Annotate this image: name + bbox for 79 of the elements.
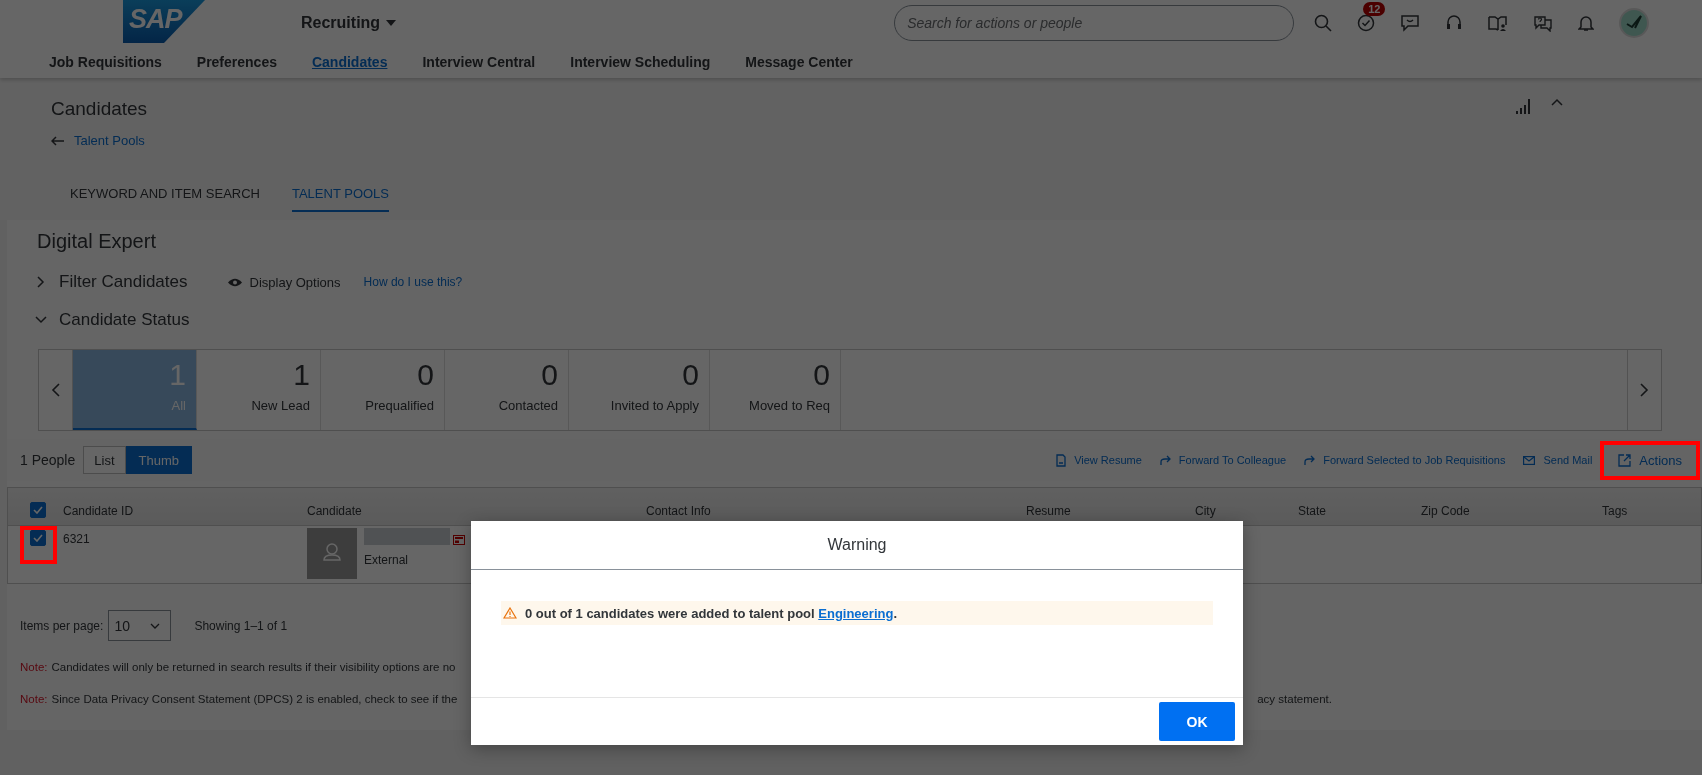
back-arrow-icon[interactable] [51,135,64,146]
status-toggle[interactable]: Candidate Status [37,301,190,339]
headset-icon[interactable] [1445,13,1464,32]
note-text: acy statement. [1257,693,1332,705]
column-header: Candidate ID [63,504,135,518]
column-header: Resume [1026,504,1072,518]
nav-tab[interactable]: Candidates [311,53,388,70]
column-header: Contact Info [646,504,712,518]
select-all-checkbox[interactable] [30,502,46,518]
chat-smile-icon[interactable] [1400,13,1421,32]
note-text: Candidates will only be returned in search results if their visibility options are no [51,661,456,673]
back-link[interactable]: Talent Pools [74,133,145,148]
tab[interactable]: KEYWORD AND ITEM SEARCH [70,183,260,212]
search-field[interactable]: Search for actions or people [894,4,1295,41]
search-icon[interactable] [1314,13,1333,32]
row-checkbox[interactable] [30,530,46,546]
page-title: Candidates [51,98,148,120]
items-per-page-select[interactable]: 10 [108,610,172,641]
ok-button[interactable]: OK [1159,702,1235,741]
column-header: Zip Code [1421,504,1471,518]
candidate-type: External [364,553,410,567]
bell-icon[interactable] [1578,13,1595,32]
table-cell-text: 6321 [63,531,91,548]
note-label: Note: [20,661,48,673]
help-link[interactable]: How do I use this? [363,275,463,289]
items-per-page-label: Items per page: [20,618,104,633]
check-circle-icon[interactable] [1357,13,1376,32]
view-toggle[interactable]: Thumb [125,446,192,474]
caret-down-icon [386,19,397,26]
warning-icon [503,607,517,619]
bar-chart-icon[interactable] [1515,98,1531,114]
envelope-icon [1523,455,1536,465]
nav-tab[interactable]: Interview Central [422,53,536,70]
chat-question-icon[interactable] [1533,13,1554,32]
product-menu[interactable]: Recruiting [301,13,397,32]
collapse-icon[interactable] [1551,98,1563,106]
column-header: Tags [1602,504,1629,518]
checkmark-icon [33,506,43,514]
column-header: Candidate [307,504,363,518]
chevron-icon [37,276,45,288]
tab[interactable]: TALENT POOLS [291,183,390,212]
id-card-icon[interactable] [453,535,465,545]
note-label: Note: [20,693,48,705]
sap-logo[interactable]: SAP [123,0,205,43]
export-icon [1618,453,1632,467]
avatar-icon[interactable] [1619,7,1650,38]
book-person-icon[interactable] [1488,13,1509,32]
checkmark-icon [33,534,43,542]
toolbar-button[interactable]: Forward Selected to Job Requisitions [1304,454,1506,466]
nav-tab[interactable]: Interview Scheduling [570,53,711,70]
talent-pool-link[interactable]: Engineering [818,605,894,621]
note-text: Since Data Privacy Consent Statement (DPCS) 2 is enabled, check to see if the [51,693,458,705]
nav-tab[interactable]: Message Center [745,53,853,70]
chevron-left-icon [51,383,60,397]
chevron-icon [35,316,47,324]
filter-toggle[interactable]: Filter Candidates [37,263,188,301]
forward-arrow-icon [1159,455,1171,465]
pool-title: Digital Expert [37,230,157,253]
avatar-placeholder-icon [307,528,357,579]
toolbar-button[interactable]: View Resume [1056,453,1142,467]
forward-arrow-icon [1304,455,1316,465]
chevron-down-icon [150,622,161,629]
column-header: City [1195,504,1217,518]
nav-tab[interactable]: Preferences [196,53,277,70]
eye-icon [227,277,242,287]
toolbar-button[interactable]: Send Mail [1523,454,1593,466]
display-options-button[interactable]: Display Options [249,274,341,290]
nav-tab[interactable]: Job Requisitions [49,53,162,70]
result-count: 1 People [20,452,76,468]
chevron-right-icon [1640,383,1649,397]
dialog-title: Warning [471,521,1243,570]
warning-message: 0 out of 1 candidates were added to talent pool Engineering. [525,605,897,621]
column-header: State [1298,504,1328,518]
toolbar-button[interactable]: Forward To Colleague [1159,454,1287,466]
view-toggle[interactable]: List [83,446,126,474]
toolbar-button[interactable]: Actions [1610,452,1690,468]
page-summary: Showing 1–1 of 1 [194,618,288,633]
notification-badge: 12 [1363,1,1386,16]
document-icon [1056,453,1067,467]
